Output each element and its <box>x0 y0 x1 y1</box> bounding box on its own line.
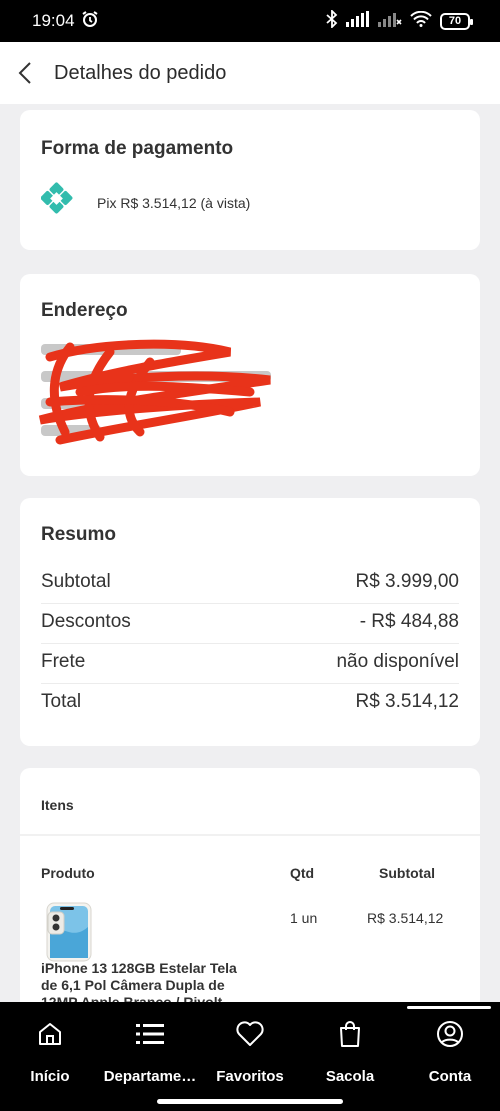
nav-item-sacola[interactable]: Sacola <box>300 1002 400 1094</box>
page-title: Detalhes do pedido <box>54 61 227 84</box>
summary-card: Resumo Subtotal R$ 3.999,00 Descontos - … <box>20 498 480 746</box>
column-header-product: Produto <box>41 865 95 881</box>
address-title: Endereço <box>41 300 128 321</box>
nav-label: Início <box>30 1068 70 1085</box>
column-header-qty: Qtd <box>290 865 315 881</box>
summary-title: Resumo <box>41 524 116 545</box>
product-name[interactable]: iPhone 13 128GB Estelar Tela de 6,1 Pol … <box>41 960 251 1002</box>
wifi-icon <box>410 10 432 32</box>
summary-row-subtotal: Subtotal R$ 3.999,00 <box>41 562 459 602</box>
nav-label: Sacola <box>325 1068 375 1085</box>
shopping-bag-icon <box>338 1019 362 1049</box>
summary-row-shipping: Frete não disponível <box>41 642 459 682</box>
product-image[interactable] <box>46 902 92 967</box>
nav-label: Conta <box>428 1068 472 1085</box>
address-card: Endereço <box>20 274 480 476</box>
nav-item-departamentos[interactable]: Departame… <box>100 1002 200 1094</box>
payment-method: Pix R$ 3.514,12 (à vista) <box>40 182 251 223</box>
payment-title: Forma de pagamento <box>41 138 234 159</box>
nav-item-favoritos[interactable]: Favoritos <box>200 1002 300 1094</box>
summary-value: R$ 3.514,12 <box>355 691 459 712</box>
summary-label: Subtotal <box>41 571 111 592</box>
home-indicator[interactable] <box>157 1099 343 1104</box>
summary-value: - R$ 484,88 <box>359 611 459 632</box>
items-title: Itens <box>41 797 74 813</box>
nav-item-inicio[interactable]: Início <box>0 1002 100 1094</box>
order-details-content[interactable]: Forma de pagamento Pix R$ 3.514,12 (à vi… <box>0 104 500 1002</box>
payment-card: Forma de pagamento Pix R$ 3.514,12 (à vi… <box>20 110 480 250</box>
bottom-navigation: Início Departame… Favoritos Sacola Conta <box>0 1002 500 1111</box>
nav-item-conta[interactable]: Conta <box>400 1002 500 1094</box>
item-subtotal: R$ 3.514,12 <box>367 910 444 926</box>
account-icon <box>436 1019 464 1049</box>
redaction-scribble <box>38 339 271 445</box>
status-time: 19:04 <box>32 11 75 30</box>
pix-icon <box>40 182 77 223</box>
app-header: Detalhes do pedido <box>0 42 500 104</box>
payment-method-text: Pix R$ 3.514,12 (à vista) <box>97 194 251 211</box>
summary-value: não disponível <box>336 651 459 672</box>
summary-label: Descontos <box>41 611 131 632</box>
summary-row-discounts: Descontos - R$ 484,88 <box>41 602 459 642</box>
battery-icon: 70 <box>440 12 473 30</box>
menu-list-icon <box>136 1019 164 1049</box>
items-card: Itens Produto Qtd Subtotal 1 un R$ 3.514… <box>20 768 480 1002</box>
column-header-subtotal: Subtotal <box>379 865 435 881</box>
nav-label: Departame… <box>103 1068 197 1085</box>
summary-row-total: Total R$ 3.514,12 <box>41 682 459 722</box>
heart-icon <box>236 1019 264 1049</box>
alarm-icon <box>81 10 99 33</box>
nav-label: Favoritos <box>216 1068 284 1085</box>
home-icon <box>37 1019 63 1049</box>
signal-icon <box>346 10 370 32</box>
status-bar: 19:04 70 <box>0 0 500 42</box>
summary-label: Total <box>41 691 82 712</box>
summary-label: Frete <box>41 651 86 672</box>
signal-icon-secondary <box>378 11 402 32</box>
summary-value: R$ 3.999,00 <box>355 571 459 592</box>
item-qty: 1 un <box>290 910 318 926</box>
back-button[interactable] <box>18 58 40 88</box>
bluetooth-icon <box>326 8 338 33</box>
chevron-left-icon <box>18 62 31 84</box>
